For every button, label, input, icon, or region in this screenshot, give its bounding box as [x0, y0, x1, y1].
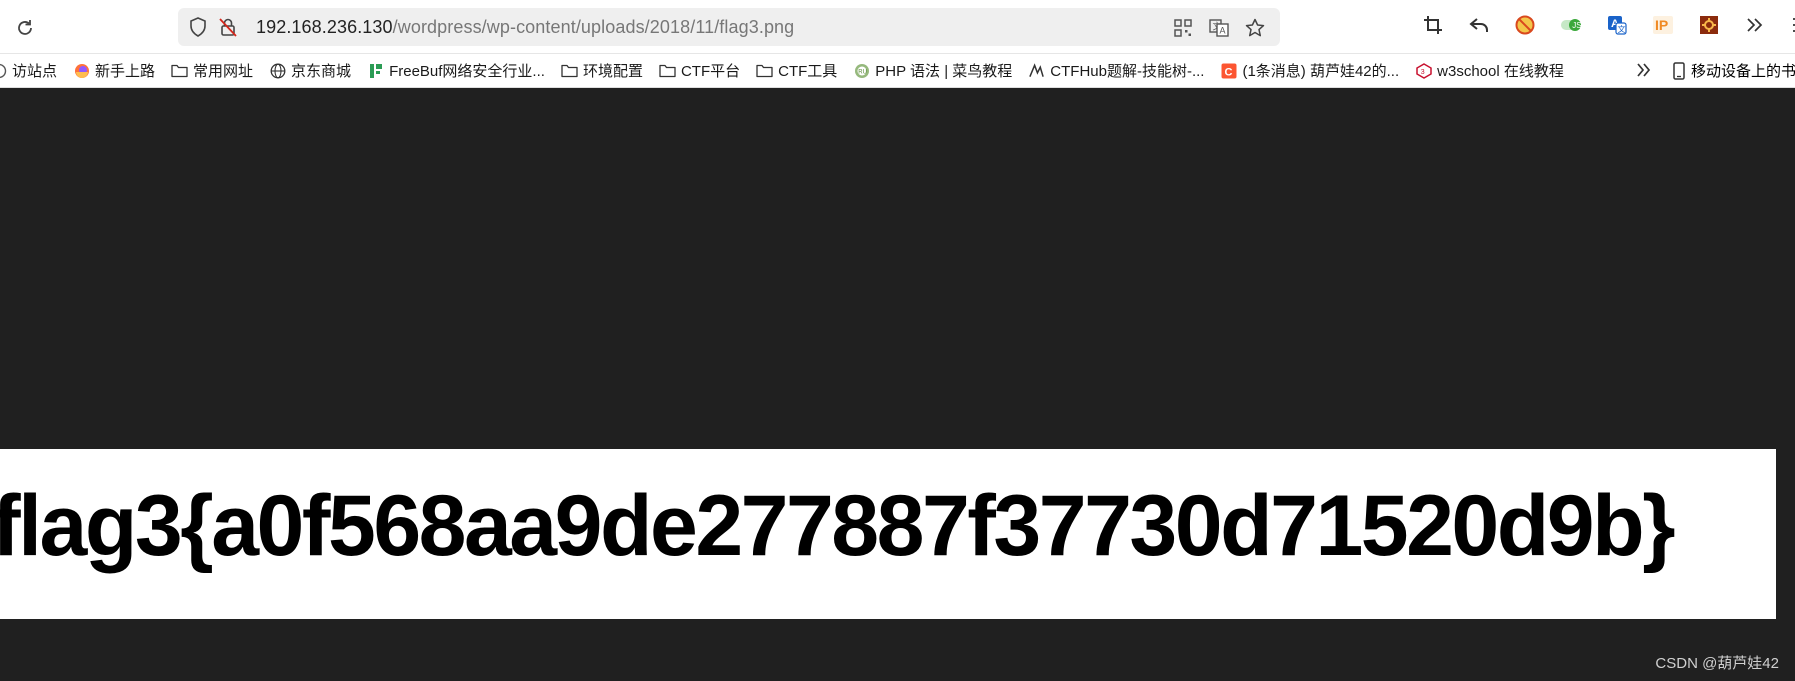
browser-toolbar: 192.168.236.130/wordpress/wp-content/upl…: [0, 0, 1795, 54]
svg-text:C: C: [1224, 66, 1232, 78]
crop-icon[interactable]: [1420, 12, 1446, 38]
flag-text: flag3{a0f568aa9de277887f37730d71520d9b}: [0, 478, 1676, 574]
url-text[interactable]: 192.168.236.130/wordpress/wp-content/upl…: [256, 17, 794, 38]
block-icon[interactable]: [1512, 12, 1538, 38]
svg-text:JS: JS: [1572, 21, 1581, 30]
bookmark-item[interactable]: 新手上路: [73, 60, 155, 81]
folder-icon: [659, 62, 676, 79]
url-host: 192.168.236.130: [256, 17, 393, 37]
bookmark-label: FreeBuf网络安全行业...: [389, 63, 545, 80]
translate-ext-icon[interactable]: A文: [1604, 12, 1630, 38]
bookmark-label: PHP 语法 | 菜鸟教程: [875, 63, 1013, 80]
mobile-device-icon: [1670, 61, 1687, 80]
bookmark-item[interactable]: FreeBuf网络安全行业...: [367, 60, 545, 81]
freebuf-icon: [367, 62, 384, 79]
svg-text:文: 文: [1618, 24, 1626, 34]
bookmark-item[interactable]: 3 w3school 在线教程: [1415, 60, 1564, 81]
folder-icon: [756, 62, 773, 79]
bookmark-item[interactable]: CTFHub题解-技能树-...: [1028, 60, 1204, 81]
mobile-bookmarks-label: 移动设备上的书: [1691, 63, 1795, 80]
bookmark-label: 京东商城: [291, 63, 352, 80]
bookmark-item[interactable]: CTF工具: [756, 60, 837, 81]
folder-icon: [561, 62, 578, 79]
menu-icon[interactable]: [1788, 12, 1795, 38]
bookmarks-list: 访站点 新手上路 常用网址 京东商城 FreeBuf网络安全行业... 环境配置 CTF平台…: [0, 54, 1580, 87]
bookmark-label: 新手上路: [95, 63, 156, 80]
bookmark-item[interactable]: 访站点: [0, 60, 57, 81]
bookmark-label: 环境配置: [582, 63, 643, 80]
translate-icon[interactable]: 文A: [1208, 17, 1230, 39]
svg-text:RU: RU: [858, 69, 867, 75]
runoob-icon: RU: [853, 62, 870, 79]
url-path: /wordpress/wp-content/uploads/2018/11/fl…: [392, 17, 795, 37]
csdn-icon: C: [1220, 62, 1237, 79]
firefox-icon: [73, 62, 90, 79]
image-viewer: flag3{a0f568aa9de277887f37730d71520d9b} …: [0, 88, 1795, 681]
bookmark-label: CTF工具: [778, 63, 838, 80]
address-bar[interactable]: 192.168.236.130/wordpress/wp-content/upl…: [178, 8, 1280, 46]
bookmark-item[interactable]: 常用网址: [171, 60, 253, 81]
svg-text:IP: IP: [1655, 17, 1668, 33]
globe-icon: [269, 62, 286, 79]
bookmarks-overflow-icon[interactable]: [1633, 59, 1655, 81]
bookmark-label: w3school 在线教程: [1437, 63, 1564, 80]
folder-icon: [171, 62, 188, 79]
qr-code-icon[interactable]: [1172, 17, 1194, 39]
overflow-chevron-icon[interactable]: [1742, 12, 1768, 38]
bookmark-label: (1条消息) 葫芦娃42的...: [1242, 63, 1400, 80]
reload-icon[interactable]: [12, 15, 38, 41]
bookmark-label: CTF平台: [680, 63, 741, 80]
w3school-icon: 3: [1415, 62, 1432, 79]
extensions-bar: JS A文 IP: [1420, 12, 1795, 38]
site-icon: [0, 62, 7, 79]
shield-icon[interactable]: [188, 17, 208, 37]
ip-icon[interactable]: IP: [1650, 12, 1676, 38]
bookmark-item[interactable]: C (1条消息) 葫芦娃42的...: [1220, 60, 1399, 81]
ctfhub-icon: [1028, 62, 1045, 79]
bookmark-item[interactable]: RU PHP 语法 | 菜鸟教程: [853, 60, 1012, 81]
bookmark-item[interactable]: 京东商城: [269, 60, 351, 81]
settings-ext-icon[interactable]: [1696, 12, 1722, 38]
flag-image[interactable]: flag3{a0f568aa9de277887f37730d71520d9b}: [0, 449, 1776, 619]
mobile-bookmarks[interactable]: 移动设备上的书: [1670, 54, 1795, 87]
svg-text:A: A: [1220, 26, 1226, 36]
svg-text:3: 3: [1420, 69, 1424, 76]
toggle-icon[interactable]: JS: [1558, 12, 1584, 38]
undo-arrow-icon[interactable]: [1466, 12, 1492, 38]
watermark: CSDN @葫芦娃42: [1655, 655, 1779, 672]
bookmark-label: 访站点: [12, 63, 58, 80]
bookmark-item[interactable]: CTF平台: [659, 60, 740, 81]
insecure-lock-icon[interactable]: [218, 17, 238, 37]
bookmark-item[interactable]: 环境配置: [561, 60, 643, 81]
star-icon[interactable]: [1244, 17, 1266, 39]
bookmark-label: CTFHub题解-技能树-...: [1050, 63, 1205, 80]
bookmark-label: 常用网址: [193, 63, 254, 80]
bookmarks-bar: 访站点 新手上路 常用网址 京东商城 FreeBuf网络安全行业... 环境配置 CTF平台…: [0, 54, 1795, 88]
